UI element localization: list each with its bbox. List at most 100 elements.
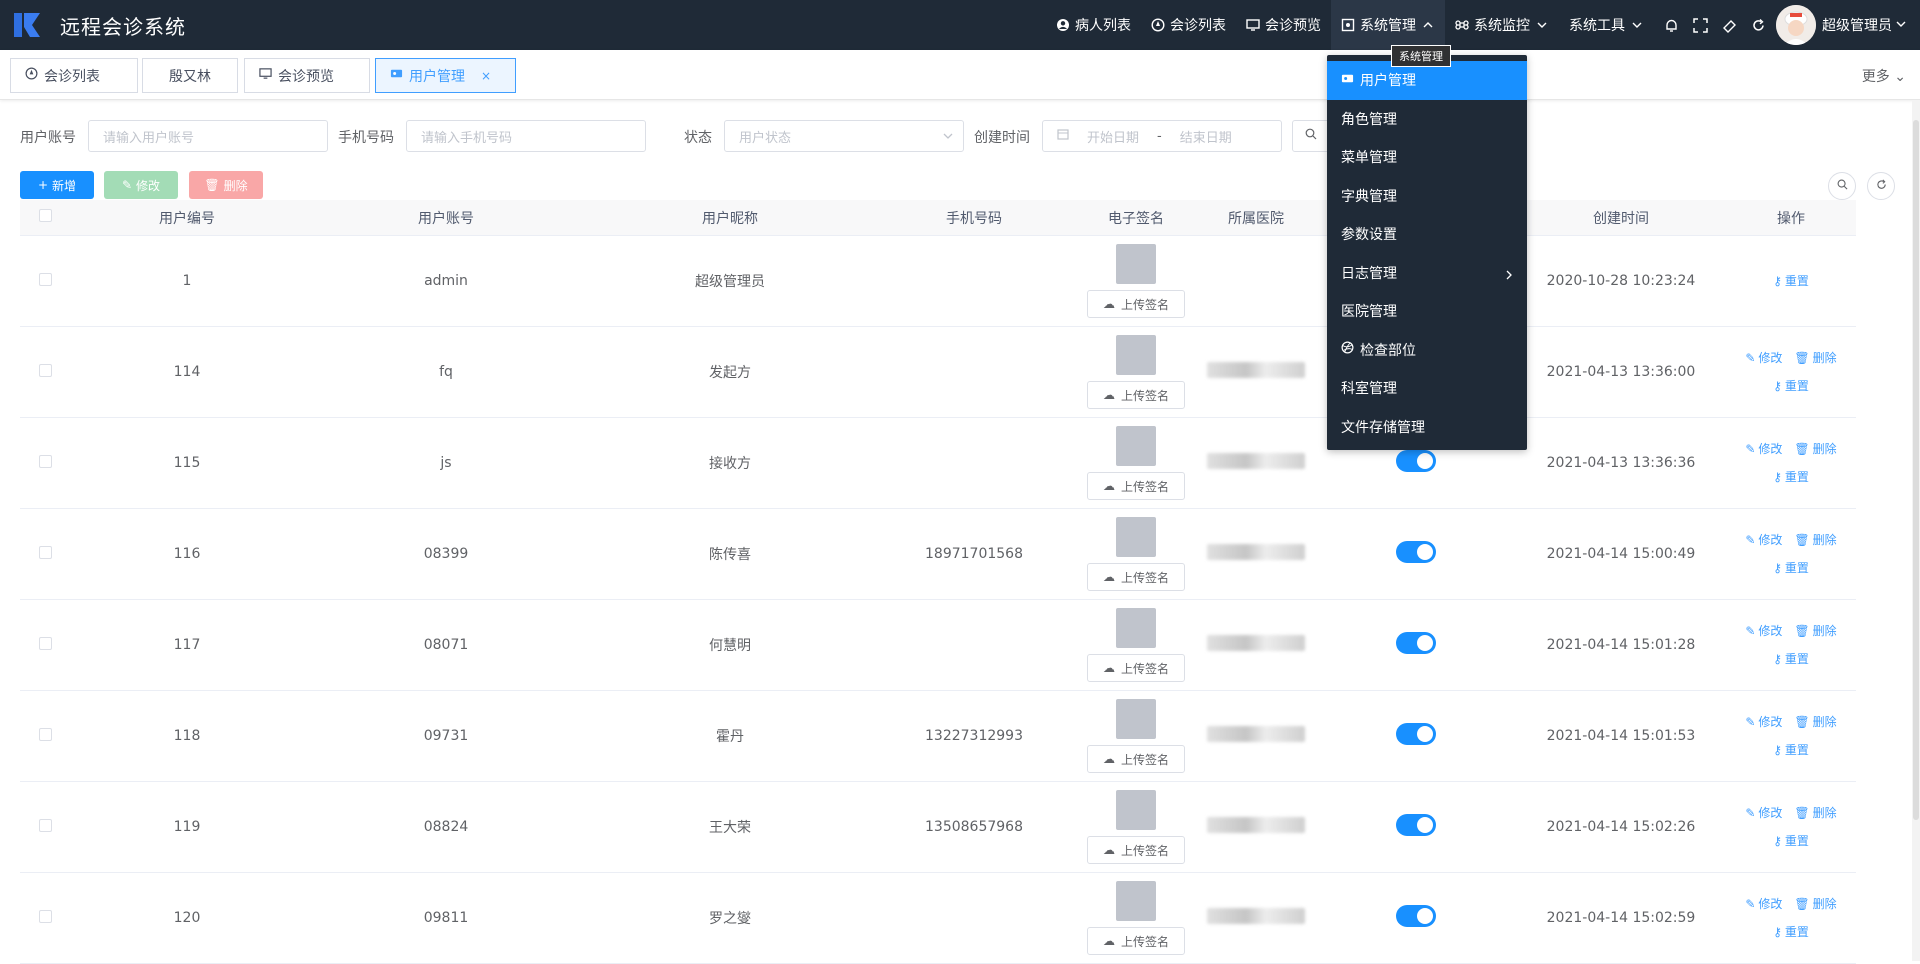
- upload-signature-button[interactable]: ☁ 上传签名: [1087, 290, 1185, 318]
- select-all-checkbox[interactable]: [20, 209, 70, 226]
- nav-system-tools[interactable]: 系统工具: [1559, 0, 1654, 50]
- reset-password-link[interactable]: ⚷ 重置: [1773, 736, 1809, 764]
- menu-item-exam-parts[interactable]: 检查部位: [1327, 331, 1527, 370]
- col-actions: 操作: [1777, 210, 1805, 227]
- user-name[interactable]: 超级管理员: [1822, 15, 1892, 35]
- account-input[interactable]: 请输入用户账号: [88, 120, 328, 152]
- status-toggle[interactable]: [1396, 723, 1436, 745]
- status-select[interactable]: 用户状态: [724, 120, 964, 152]
- status-toggle[interactable]: [1396, 450, 1436, 472]
- user-account: js: [440, 455, 452, 471]
- upload-signature-button[interactable]: ☁ 上传签名: [1087, 836, 1185, 864]
- fullscreen-icon[interactable]: [1693, 17, 1708, 33]
- upload-signature-button[interactable]: ☁ 上传签名: [1087, 745, 1185, 773]
- menu-item-params[interactable]: 参数设置: [1327, 215, 1527, 254]
- date-range-picker[interactable]: 开始日期 - 结束日期: [1042, 120, 1282, 152]
- start-date-placeholder[interactable]: 开始日期: [1087, 127, 1139, 146]
- delete-label: 删除: [1812, 351, 1837, 365]
- delete-link[interactable]: 🗑 删除: [1794, 890, 1836, 918]
- avatar[interactable]: [1776, 5, 1816, 45]
- nav-system-monitor[interactable]: 系统监控: [1445, 0, 1559, 50]
- edit-link[interactable]: ✎ 修改: [1745, 617, 1782, 645]
- user-nickname: 发起方: [709, 365, 751, 381]
- bell-icon[interactable]: [1664, 18, 1679, 33]
- nav-consult-list[interactable]: 会诊列表: [1141, 0, 1236, 50]
- nav-system-management[interactable]: 系统管理: [1331, 0, 1445, 50]
- row-checkbox[interactable]: [20, 636, 70, 654]
- nav-consult-preview[interactable]: 会诊预览: [1236, 0, 1331, 50]
- cloud-upload-icon: ☁: [1102, 388, 1115, 402]
- reset-password-link[interactable]: ⚷ 重置: [1773, 267, 1809, 295]
- end-date-placeholder[interactable]: 结束日期: [1180, 127, 1232, 146]
- status-toggle[interactable]: [1396, 905, 1436, 927]
- hospital-name-blurred: [1207, 726, 1305, 742]
- edit-link[interactable]: ✎ 修改: [1745, 526, 1782, 554]
- menu-item-menu-management[interactable]: 菜单管理: [1327, 138, 1527, 177]
- menu-item-hospital-management[interactable]: 医院管理: [1327, 292, 1527, 331]
- delete-link[interactable]: 🗑 删除: [1794, 526, 1836, 554]
- row-checkbox[interactable]: [20, 363, 70, 381]
- tab-patient[interactable]: 殷又林: [142, 58, 238, 93]
- nav-patient-list[interactable]: 病人列表: [1046, 0, 1141, 50]
- hospital-name-blurred: [1207, 453, 1305, 469]
- user-phone: 13227312993: [925, 728, 1023, 744]
- refresh-icon[interactable]: [1751, 18, 1766, 33]
- eraser-icon[interactable]: [1722, 18, 1737, 33]
- reset-password-link[interactable]: ⚷ 重置: [1773, 372, 1809, 400]
- upload-signature-button[interactable]: ☁ 上传签名: [1087, 563, 1185, 591]
- caret-down-icon[interactable]: [1896, 17, 1906, 33]
- edit-link[interactable]: ✎ 修改: [1745, 799, 1782, 827]
- menu-item-label: 日志管理: [1341, 265, 1397, 282]
- delete-link[interactable]: 🗑 删除: [1794, 617, 1836, 645]
- phone-input[interactable]: 请输入手机号码: [406, 120, 646, 152]
- menu-item-file-storage[interactable]: 文件存储管理: [1327, 408, 1527, 447]
- status-toggle[interactable]: [1396, 814, 1436, 836]
- toggle-search-button[interactable]: [1828, 172, 1856, 200]
- edit-button[interactable]: ✎ 修改: [104, 171, 178, 199]
- status-toggle[interactable]: [1396, 541, 1436, 563]
- close-icon[interactable]: ×: [481, 69, 491, 83]
- row-checkbox[interactable]: [20, 272, 70, 290]
- edit-link[interactable]: ✎ 修改: [1745, 708, 1782, 736]
- delete-link[interactable]: 🗑 删除: [1794, 435, 1836, 463]
- tab-consult-list[interactable]: 会诊列表: [10, 58, 138, 93]
- menu-item-dept-management[interactable]: 科室管理: [1327, 369, 1527, 408]
- add-button[interactable]: + 新增: [20, 171, 94, 199]
- delete-link[interactable]: 🗑 删除: [1794, 344, 1836, 372]
- more-tabs-button[interactable]: 更多 ⌄: [1862, 66, 1906, 86]
- edit-link[interactable]: ✎ 修改: [1745, 435, 1782, 463]
- edit-link[interactable]: ✎ 修改: [1745, 890, 1782, 918]
- menu-item-label: 文件存储管理: [1341, 419, 1425, 436]
- status-toggle[interactable]: [1396, 632, 1436, 654]
- trash-icon: 🗑: [1794, 624, 1810, 638]
- delete-link[interactable]: 🗑 删除: [1794, 799, 1836, 827]
- refresh-table-button[interactable]: [1867, 172, 1895, 200]
- reset-password-link[interactable]: ⚷ 重置: [1773, 554, 1809, 582]
- reset-password-link[interactable]: ⚷ 重置: [1773, 645, 1809, 673]
- edit-link[interactable]: ✎ 修改: [1745, 344, 1782, 372]
- page-scrollbar[interactable]: [1912, 100, 1920, 961]
- tab-consult-preview[interactable]: 会诊预览: [244, 58, 370, 93]
- tab-user-management[interactable]: 用户管理 ×: [375, 58, 516, 93]
- row-checkbox[interactable]: [20, 727, 70, 745]
- row-checkbox[interactable]: [20, 454, 70, 472]
- row-checkbox[interactable]: [20, 909, 70, 927]
- search-button[interactable]: [1292, 120, 1332, 152]
- reset-password-link[interactable]: ⚷ 重置: [1773, 827, 1809, 855]
- menu-item-dict-management[interactable]: 字典管理: [1327, 177, 1527, 216]
- monitor-icon: [1246, 18, 1260, 32]
- row-checkbox[interactable]: [20, 818, 70, 836]
- upload-signature-button[interactable]: ☁ 上传签名: [1087, 381, 1185, 409]
- menu-item-log-management[interactable]: 日志管理: [1327, 254, 1527, 293]
- user-phone: 18971701568: [925, 546, 1023, 562]
- reset-password-link[interactable]: ⚷ 重置: [1773, 918, 1809, 946]
- upload-signature-button[interactable]: ☁ 上传签名: [1087, 927, 1185, 955]
- delete-button[interactable]: 🗑 删除: [189, 171, 263, 199]
- reset-password-link[interactable]: ⚷ 重置: [1773, 463, 1809, 491]
- scrollbar-thumb[interactable]: [1913, 120, 1919, 820]
- delete-link[interactable]: 🗑 删除: [1794, 708, 1836, 736]
- upload-signature-button[interactable]: ☁ 上传签名: [1087, 472, 1185, 500]
- menu-item-role-management[interactable]: 角色管理: [1327, 100, 1527, 139]
- upload-signature-button[interactable]: ☁ 上传签名: [1087, 654, 1185, 682]
- row-checkbox[interactable]: [20, 545, 70, 563]
